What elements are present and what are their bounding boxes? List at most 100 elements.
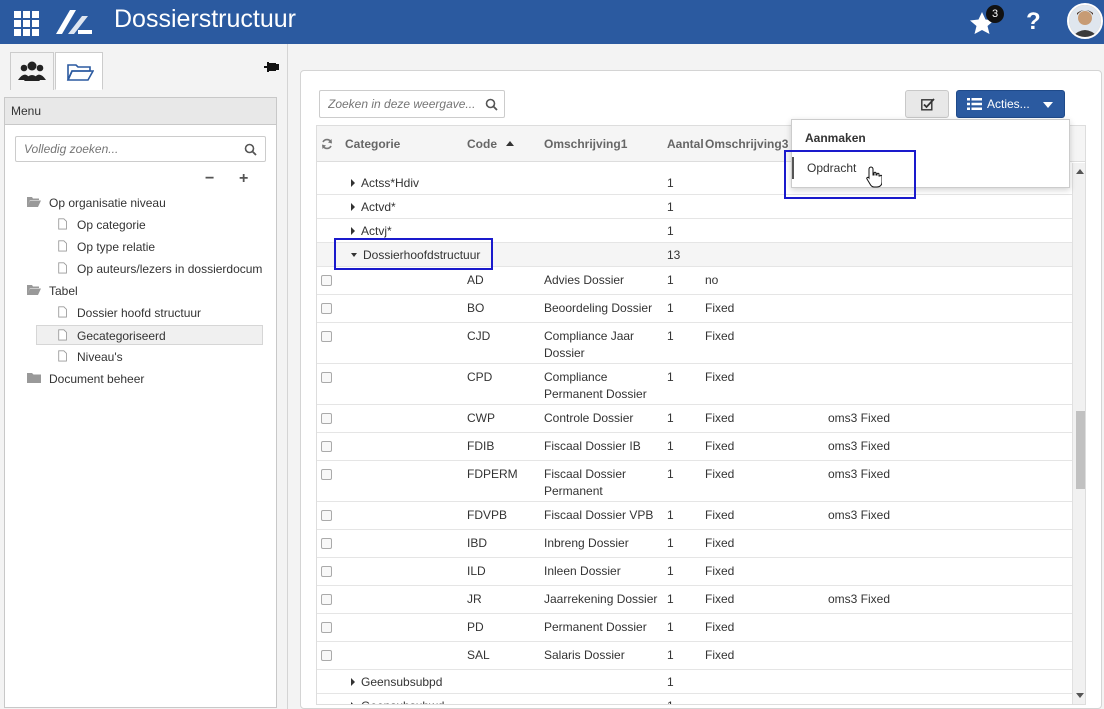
notification-badge[interactable]: 3 xyxy=(986,5,1004,23)
tree-item-niveaus[interactable]: Niveau's xyxy=(57,347,123,367)
cell-om2: Fixed xyxy=(705,329,735,343)
menu-search-input[interactable] xyxy=(16,137,231,161)
group-label[interactable]: Actvj* xyxy=(351,223,392,240)
tree-item-gecategoriseerd[interactable]: Gecategoriseerd xyxy=(36,325,263,345)
row-checkbox[interactable] xyxy=(321,566,332,577)
table-row[interactable]: FDPERM Fiscaal Dossier Permanent 1 Fixed oms… xyxy=(317,461,1072,502)
menu-search-box[interactable] xyxy=(15,136,266,162)
view-search-box[interactable] xyxy=(319,90,505,118)
group-label[interactable]: Actss*Hdiv xyxy=(351,175,419,192)
column-header-categorie[interactable]: Categorie xyxy=(345,126,455,162)
scroll-down-arrow-icon[interactable] xyxy=(1076,693,1084,698)
search-icon[interactable] xyxy=(244,143,257,156)
view-search-input[interactable] xyxy=(320,91,480,117)
row-checkbox[interactable] xyxy=(321,538,332,549)
caret-down-icon[interactable] xyxy=(351,252,357,257)
cell-om3: oms3 Fixed xyxy=(828,592,891,606)
caret-right-icon[interactable] xyxy=(351,677,355,686)
table-row[interactable]: ILD Inleen Dossier 1 Fixed xyxy=(317,558,1072,586)
select-toggle-button[interactable] xyxy=(905,90,949,118)
row-checkbox[interactable] xyxy=(321,594,332,605)
table-row[interactable]: FDVPB Fiscaal Dossier VPB 1 Fixed oms3 Fixed xyxy=(317,502,1072,530)
table-row[interactable]: CPD Compliance Permanent Dossier 1 Fixed xyxy=(317,364,1072,405)
tree-item-op-organisatie-niveau[interactable]: Op organisatie niveau xyxy=(27,193,166,213)
column-header-omschrijving1[interactable]: Omschrijving1 xyxy=(544,126,659,162)
tree-item-op-type-relatie[interactable]: Op type relatie xyxy=(57,237,155,257)
help-icon[interactable]: ? xyxy=(1026,8,1041,36)
table-row[interactable]: JR Jaarrekening Dossier 1 Fixed oms3 Fixed xyxy=(317,586,1072,614)
scroll-thumb[interactable] xyxy=(1076,411,1085,489)
group-label[interactable]: Geensubsubwd xyxy=(351,698,444,704)
cell-om1: Jaarrekening Dossier xyxy=(544,592,658,606)
apps-grid-icon[interactable] xyxy=(12,9,39,36)
row-checkbox[interactable] xyxy=(321,275,332,286)
expand-all-button[interactable]: + xyxy=(239,170,248,188)
group-label[interactable]: Geensubsubpd xyxy=(351,674,442,691)
cell-code: AD xyxy=(467,273,484,287)
group-label[interactable]: Actvd* xyxy=(351,199,396,216)
tree-item-op-auteurs-lezers[interactable]: Op auteurs/lezers in dossierdocum xyxy=(57,259,262,279)
logo-icon xyxy=(56,10,92,34)
group-label[interactable]: Dossierhoofdstructuur xyxy=(351,247,480,264)
group-row[interactable]: Actvd* 1 xyxy=(317,195,1072,219)
cell-om2: Fixed xyxy=(705,301,735,315)
group-row[interactable]: Actvj* 1 xyxy=(317,219,1072,243)
cell-om1: Inbreng Dossier xyxy=(544,536,629,550)
table-row[interactable]: FDIB Fiscaal Dossier IB 1 Fixed oms3 Fixed xyxy=(317,433,1072,461)
dropdown-item-opdracht[interactable]: Opdracht xyxy=(792,153,1069,183)
cell-aantal: 1 xyxy=(667,564,674,578)
row-checkbox[interactable] xyxy=(321,303,332,314)
row-checkbox[interactable] xyxy=(321,650,332,661)
folder-icon xyxy=(27,373,41,383)
table-row[interactable]: CJD Compliance Jaar Dossier 1 Fixed xyxy=(317,323,1072,364)
grid-scrollbar[interactable] xyxy=(1072,163,1085,704)
row-checkbox[interactable] xyxy=(321,622,332,633)
group-row[interactable]: Geensubsubwd 1 xyxy=(317,694,1072,704)
tree-item-dossier-hoofd-structuur[interactable]: Dossier hoofd structuur xyxy=(57,303,201,323)
cell-om2: Fixed xyxy=(705,620,735,634)
row-checkbox[interactable] xyxy=(321,441,332,452)
table-row[interactable]: AD Advies Dossier 1 no xyxy=(317,267,1072,295)
data-grid: Categorie Code Omschrijving1 Aantal Omsc… xyxy=(316,125,1086,705)
table-row[interactable]: PD Permanent Dossier 1 Fixed xyxy=(317,614,1072,642)
tree-item-document-beheer[interactable]: Document beheer xyxy=(27,369,144,389)
user-avatar[interactable] xyxy=(1067,3,1103,39)
tree-item-op-categorie[interactable]: Op categorie xyxy=(57,215,146,235)
caret-right-icon[interactable] xyxy=(351,202,355,211)
caret-down-icon xyxy=(1043,102,1053,108)
group-row[interactable]: Dossierhoofdstructuur 13 xyxy=(317,243,1072,267)
cell-om2: Fixed xyxy=(705,411,735,425)
group-count: 1 xyxy=(667,175,674,190)
row-checkbox[interactable] xyxy=(321,469,332,480)
cell-om3: oms3 Fixed xyxy=(828,508,891,522)
acties-button[interactable]: Acties... xyxy=(956,90,1065,118)
search-icon[interactable] xyxy=(485,98,498,111)
tree-item-label: Op organisatie niveau xyxy=(49,196,166,210)
column-header-aantal[interactable]: Aantal xyxy=(667,126,703,162)
row-checkbox[interactable] xyxy=(321,331,332,342)
table-row[interactable]: BO Beoordeling Dossier 1 Fixed xyxy=(317,295,1072,323)
tab-relations[interactable] xyxy=(10,52,54,90)
collapse-all-button[interactable]: − xyxy=(205,170,214,188)
column-label: Categorie xyxy=(345,137,401,151)
cell-aantal: 1 xyxy=(667,620,674,634)
cell-code: CPD xyxy=(467,370,493,384)
caret-right-icon[interactable] xyxy=(351,226,355,235)
tab-folders[interactable] xyxy=(55,52,103,90)
scroll-up-arrow-icon[interactable] xyxy=(1076,169,1084,174)
table-row[interactable]: CWP Controle Dossier 1 Fixed oms3 Fixed xyxy=(317,405,1072,433)
group-row[interactable]: Geensubsubpd 1 xyxy=(317,670,1072,694)
tree-item-tabel[interactable]: Tabel xyxy=(27,281,78,301)
table-row[interactable]: SAL Salaris Dossier 1 Fixed xyxy=(317,642,1072,670)
caret-right-icon[interactable] xyxy=(351,178,355,187)
caret-right-icon[interactable] xyxy=(351,701,355,704)
row-checkbox[interactable] xyxy=(321,510,332,521)
table-row[interactable]: IBD Inbreng Dossier 1 Fixed xyxy=(317,530,1072,558)
column-header-code[interactable]: Code xyxy=(467,126,537,162)
row-checkbox[interactable] xyxy=(321,413,332,424)
pin-icon[interactable] xyxy=(264,59,280,75)
refresh-icon[interactable] xyxy=(321,138,333,150)
cell-om1: Compliance Permanent Dossier xyxy=(544,370,647,401)
tree-item-label: Op categorie xyxy=(77,218,146,232)
row-checkbox[interactable] xyxy=(321,372,332,383)
